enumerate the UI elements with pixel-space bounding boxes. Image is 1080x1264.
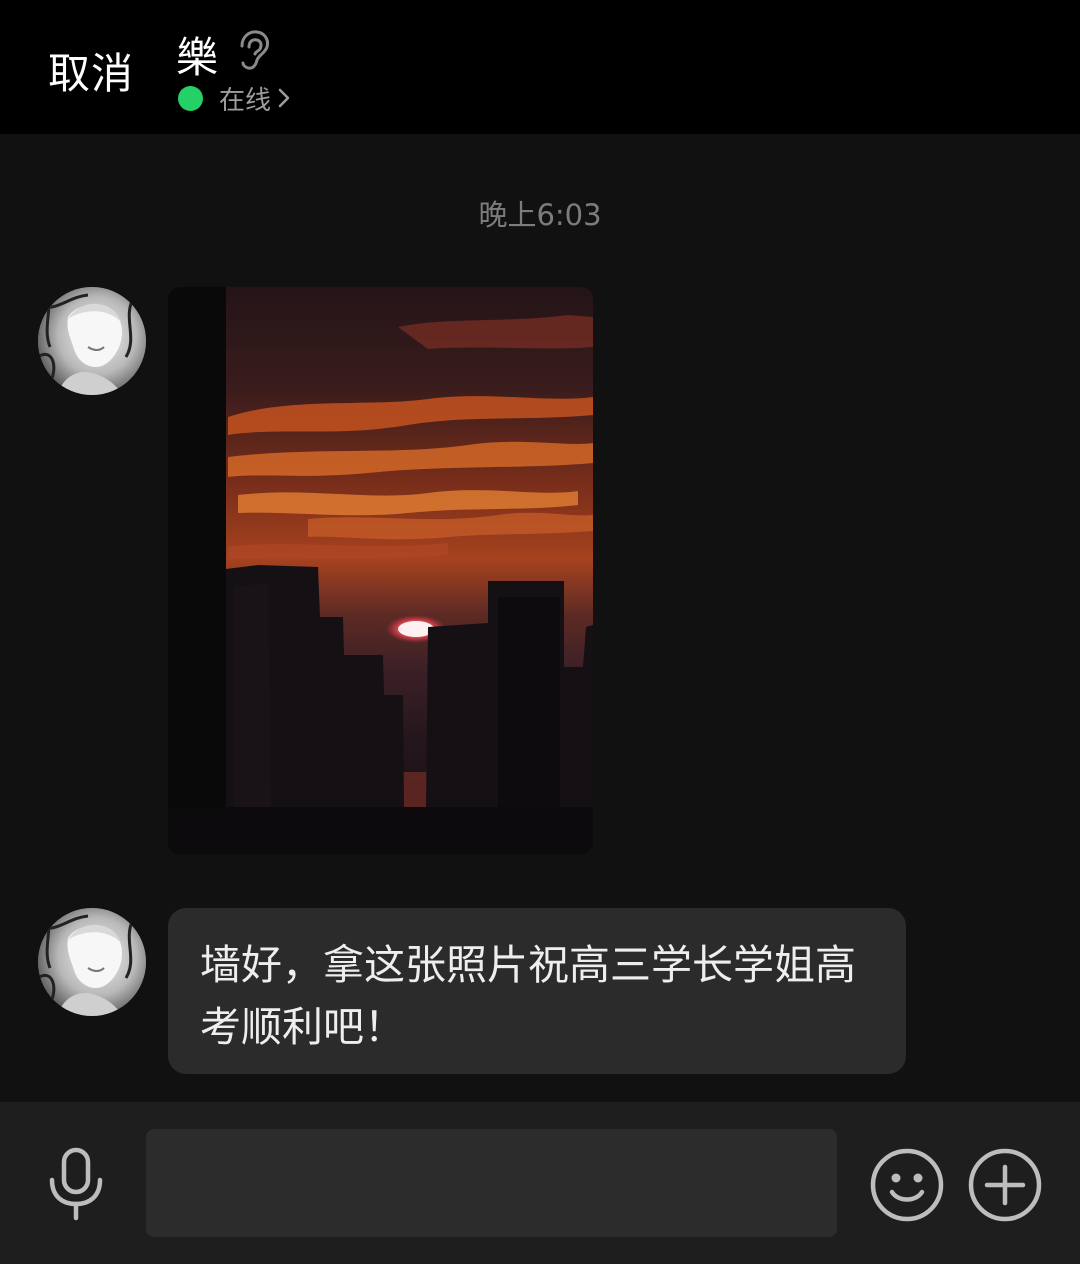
sunset-city-skyline-photo bbox=[168, 287, 593, 854]
avatar-image bbox=[38, 908, 146, 1016]
plus-icon[interactable] bbox=[966, 1146, 1044, 1224]
avatar-image bbox=[38, 287, 146, 395]
contact-avatar[interactable] bbox=[38, 287, 146, 395]
online-status[interactable]: 在线 bbox=[178, 80, 291, 116]
emoji-icon[interactable] bbox=[868, 1146, 946, 1224]
online-dot bbox=[178, 85, 203, 111]
status-text: 在线 bbox=[219, 85, 272, 116]
text-message-bubble[interactable]: 墙好，拿这张照片祝高三学长学姐高考顺利吧！ bbox=[168, 908, 906, 1074]
message-timestamp: 晚上6:03 bbox=[478, 198, 602, 232]
sunset-photo-message[interactable] bbox=[168, 287, 593, 854]
ear-icon[interactable] bbox=[232, 28, 272, 72]
contact-name: 樂 bbox=[176, 33, 219, 82]
message-text: 墙好，拿这张照片祝高三学长学姐高考顺利吧！ bbox=[200, 941, 856, 1051]
cancel-button[interactable]: 取消 bbox=[48, 40, 134, 101]
top-bar bbox=[0, 0, 1080, 134]
voice-mic-icon[interactable] bbox=[44, 1146, 108, 1222]
contact-avatar[interactable] bbox=[38, 908, 146, 1016]
chevron-right-icon bbox=[278, 88, 290, 108]
message-input[interactable] bbox=[146, 1129, 837, 1237]
